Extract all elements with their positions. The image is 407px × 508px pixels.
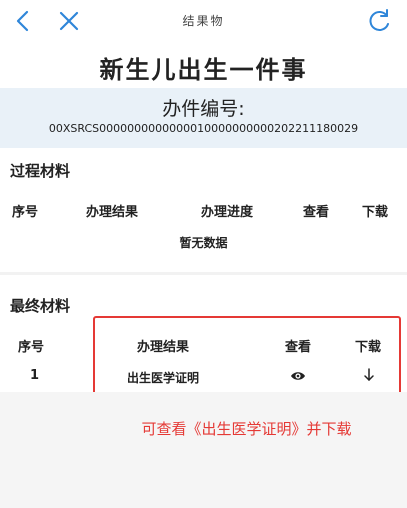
refresh-icon[interactable] [365, 6, 393, 36]
final-row-index: 1 [30, 368, 40, 383]
process-col-download: 下载 [362, 205, 389, 220]
annotation-text: 可查看《出生医学证明》并下载 [141, 420, 352, 438]
case-number-panel: 办件编号: 00XSRCS000000000000001000000000020… [0, 88, 407, 148]
page-title: 新生儿出生一件事 [99, 56, 308, 84]
process-materials-title: 过程材料 [10, 162, 71, 180]
case-number-value: 00XSRCS000000000000001000000000020221118… [48, 122, 359, 135]
process-col-view: 查看 [303, 205, 330, 220]
process-col-progress: 办理进度 [201, 205, 254, 220]
process-col-result: 办理结果 [86, 205, 139, 220]
empty-state-text: 暂无数据 [179, 236, 228, 250]
highlight-annotation-box [93, 316, 401, 396]
footer-area [0, 392, 407, 508]
nav-bar: 结果物 [0, 0, 407, 44]
nav-title: 结果物 [182, 14, 225, 28]
final-materials-title: 最终材料 [10, 297, 71, 315]
section-divider [0, 272, 407, 275]
final-col-index: 序号 [18, 340, 45, 355]
process-col-index: 序号 [12, 205, 39, 220]
case-number-label: 办件编号: [162, 98, 245, 120]
